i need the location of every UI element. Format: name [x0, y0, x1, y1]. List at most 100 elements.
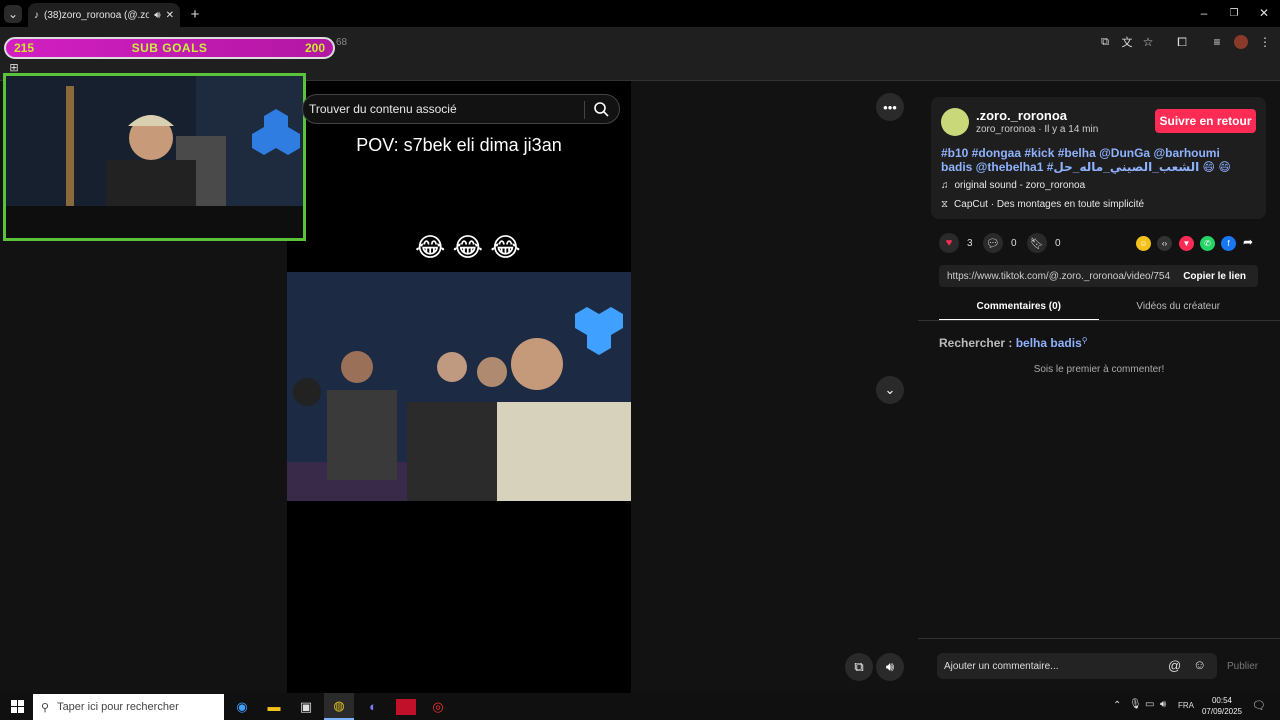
- video-emojis: 😂 😂 😂: [415, 232, 521, 262]
- clock-date: 07/09/2025: [1201, 707, 1243, 716]
- address-bar-fragment[interactable]: 68: [336, 37, 347, 48]
- tiktok-favicon-icon: ♪: [34, 9, 39, 21]
- file-explorer-icon[interactable]: ▬: [259, 693, 289, 720]
- tab-search-chevron-icon[interactable]: ⌄: [4, 5, 22, 23]
- taskbar-search[interactable]: ⚲ Taper ici pour rechercher: [33, 694, 224, 720]
- comment-stat[interactable]: 💬︎ 0: [983, 233, 1017, 253]
- embed-code-icon[interactable]: ‹›: [1157, 236, 1172, 251]
- bookmark-star-icon[interactable]: ☆: [1141, 35, 1155, 49]
- clock-time: 00:54: [1211, 696, 1233, 705]
- chrome-icon[interactable]: ◍: [324, 693, 354, 720]
- window-restore-icon[interactable]: ❐: [1226, 5, 1242, 21]
- whatsapp-icon[interactable]: ✆: [1200, 236, 1215, 251]
- publish-button[interactable]: Publier: [1227, 661, 1258, 672]
- send-to-friends-icon[interactable]: ▼: [1179, 236, 1194, 251]
- picture-in-picture-icon[interactable]: ⧉: [845, 653, 873, 681]
- creator-avatar[interactable]: [941, 108, 969, 136]
- like-stat[interactable]: ♥ 3: [939, 233, 973, 253]
- follow-back-button[interactable]: Suivre en retour: [1155, 109, 1256, 133]
- capcut-icon: ⧖: [941, 199, 949, 210]
- windows-start-icon[interactable]: [2, 693, 32, 720]
- taskbar-search-text: Taper ici pour rechercher: [57, 701, 179, 713]
- install-app-icon[interactable]: ⧉: [1098, 35, 1112, 49]
- emoji-picker-icon[interactable]: ☺: [1193, 657, 1206, 672]
- video-link-box: https://www.tiktok.com/@.zoro._roronoa/v…: [939, 265, 1258, 287]
- comment-bubble-icon[interactable]: 💬︎: [983, 233, 1003, 253]
- video-scene-image: [287, 272, 631, 501]
- sub-goals-bar: 215 SUB GOALS 200: [4, 37, 335, 59]
- translate-icon[interactable]: 文: [1120, 35, 1134, 49]
- microphone-icon[interactable]: 🎙︎: [1129, 699, 1142, 710]
- search-prefix: Rechercher :: [939, 336, 1013, 350]
- sub-goals-current: 215: [14, 41, 35, 55]
- sound-link[interactable]: ♫ original sound - zoro_roronoa: [941, 180, 1085, 191]
- search-keyword[interactable]: belha badis: [1016, 336, 1082, 350]
- voice-changer-icon[interactable]: [391, 693, 421, 720]
- comment-input-placeholder: Ajouter un commentaire...: [944, 660, 1059, 672]
- video-description[interactable]: #b10 #dongaa #kick #belha @DunGa @barhou…: [941, 146, 1241, 174]
- tab-comments[interactable]: Commentaires (0): [939, 297, 1099, 321]
- sub-goals-title: SUB GOALS: [131, 41, 208, 55]
- browser-tab-active[interactable]: ♪ (38)zoro_roronoa (@.zoro._ 🔊︎ ✕: [28, 3, 180, 27]
- comment-divider: [918, 638, 1280, 639]
- next-video-chevron-down-icon[interactable]: ⌄: [876, 376, 904, 404]
- video-side-area: [631, 81, 918, 693]
- creator-username[interactable]: .zoro._roronoa: [976, 108, 1067, 123]
- search-divider: [584, 101, 585, 119]
- taskbar-clock[interactable]: 00:54 07/09/2025: [1196, 695, 1248, 717]
- tabs-divider: [918, 320, 1280, 321]
- apps-grid-icon[interactable]: ⊞: [8, 61, 20, 74]
- related-content-search-text: Trouver du contenu associé: [309, 102, 457, 116]
- window-minimize-icon[interactable]: –: [1196, 5, 1212, 21]
- sound-name: original sound - zoro_roronoa: [954, 180, 1086, 191]
- notifications-icon[interactable]: 🗨︎: [1252, 699, 1266, 712]
- tab-title: (38)zoro_roronoa (@.zoro._: [44, 9, 150, 21]
- mention-at-icon[interactable]: @: [1168, 658, 1181, 673]
- video-url[interactable]: https://www.tiktok.com/@.zoro._roronoa/v…: [947, 271, 1171, 282]
- tray-expand-icon[interactable]: ⌃: [1113, 700, 1121, 711]
- empty-comments-message: Sois le premier à commenter!: [1033, 364, 1165, 375]
- network-icon[interactable]: ▭: [1145, 699, 1154, 710]
- capcut-text: CapCut · Des montages en toute simplicit…: [954, 199, 1145, 210]
- tab-audio-icon[interactable]: 🔊︎: [154, 10, 160, 21]
- search-small-icon: ⚲: [1081, 336, 1088, 345]
- comment-count: 0: [1011, 237, 1017, 249]
- friends-share-icon[interactable]: ☺: [1136, 236, 1151, 251]
- obs-record-icon[interactable]: ◎: [423, 693, 453, 720]
- copy-link-button[interactable]: Copier le lien: [1171, 271, 1258, 282]
- creator-subline: zoro_roronoa · Il y a 14 min: [976, 124, 1099, 135]
- tab-creator-videos[interactable]: Vidéos du créateur: [1099, 297, 1259, 321]
- video-frame-image: [287, 272, 631, 501]
- related-content-search[interactable]: Trouver du contenu associé: [302, 94, 620, 124]
- tab-close-icon[interactable]: ✕: [166, 10, 174, 21]
- speaker-icon[interactable]: 🔊︎: [1160, 699, 1166, 710]
- edge-browser-icon[interactable]: ◉: [227, 693, 257, 720]
- language-indicator[interactable]: FRA: [1178, 701, 1194, 710]
- save-count: 0: [1055, 237, 1061, 249]
- facebook-icon[interactable]: f: [1221, 236, 1236, 251]
- volume-icon[interactable]: 🔊︎: [876, 653, 904, 681]
- share-arrow-icon[interactable]: ➦: [1243, 235, 1253, 249]
- window-close-icon[interactable]: ✕: [1256, 5, 1272, 21]
- webcam-overlay: [3, 73, 306, 241]
- capcut-link[interactable]: ⧖ CapCut · Des montages en toute simplic…: [941, 199, 1144, 210]
- media-control-icon[interactable]: ≡: [1210, 35, 1224, 49]
- more-options-icon[interactable]: •••: [876, 93, 904, 121]
- comment-search-suggestion[interactable]: Rechercher : belha badis⚲: [939, 336, 1088, 350]
- save-stat[interactable]: 🔖︎ 0: [1027, 233, 1061, 253]
- sub-goals-target: 200: [304, 41, 325, 55]
- store-icon[interactable]: ▣: [291, 693, 321, 720]
- music-note-icon: ♫: [941, 180, 949, 191]
- video-caption: POV: s7bek eli dima ji3an: [356, 135, 562, 155]
- search-icon[interactable]: [593, 101, 609, 120]
- like-count: 3: [967, 237, 973, 249]
- heart-icon[interactable]: ♥: [939, 233, 959, 253]
- profile-avatar[interactable]: [1234, 35, 1248, 49]
- extensions-puzzle-icon[interactable]: ⧠: [1175, 35, 1189, 49]
- new-tab-plus-icon[interactable]: +: [186, 5, 204, 23]
- comments-tabs: Commentaires (0) Vidéos du créateur: [939, 297, 1258, 321]
- bookmark-icon[interactable]: 🔖︎: [1027, 233, 1047, 253]
- discord-icon[interactable]: ◐: [358, 693, 388, 720]
- browser-menu-icon[interactable]: ⋮: [1258, 35, 1272, 49]
- webcam-scene-image: [6, 76, 303, 238]
